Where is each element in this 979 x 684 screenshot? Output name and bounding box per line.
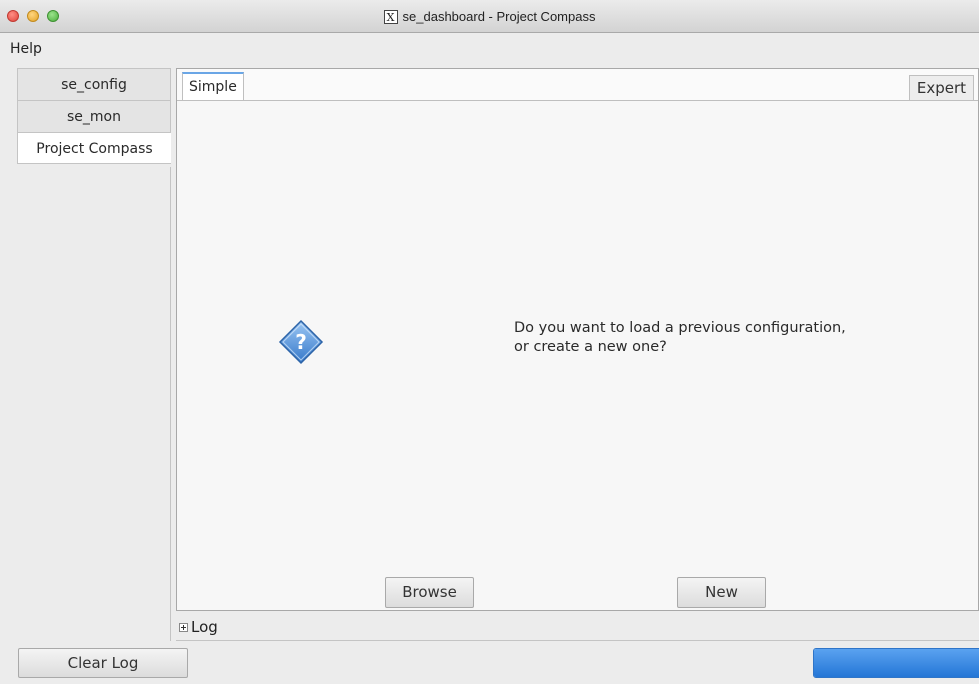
svg-text:?: ? <box>295 330 307 354</box>
new-button[interactable]: New <box>677 577 766 608</box>
mode-tabs: Simple Expert <box>177 69 978 101</box>
side-tab-project-compass[interactable]: Project Compass <box>17 132 171 164</box>
clear-log-button[interactable]: Clear Log <box>18 648 188 678</box>
window-title-wrap: Xse_dashboard - Project Compass <box>0 8 979 24</box>
browse-button[interactable]: Browse <box>385 577 474 608</box>
title-bar[interactable]: Xse_dashboard - Project Compass <box>0 0 979 33</box>
log-label: Log <box>191 618 218 636</box>
prompt-line-2: or create a new one? <box>514 339 667 355</box>
log-divider <box>176 640 979 641</box>
progress-fill <box>814 649 979 677</box>
menu-bar: Help <box>0 34 979 64</box>
main-panel: Simple Expert ? Do you want to load a pr… <box>176 68 979 611</box>
tab-expert[interactable]: Expert <box>908 75 974 100</box>
question-icon: ? <box>278 319 324 365</box>
log-toggle[interactable]: Log <box>179 618 218 636</box>
x11-icon: X <box>383 9 398 24</box>
expand-plus-icon[interactable] <box>179 623 188 632</box>
side-tab-se-mon[interactable]: se_mon <box>17 100 171 132</box>
progress-bar <box>813 648 979 678</box>
menu-help[interactable]: Help <box>10 41 42 57</box>
prompt-message: Do you want to load a previous configura… <box>514 319 846 357</box>
tab-simple[interactable]: Simple <box>182 72 244 100</box>
side-tab-list: se_config se_mon Project Compass <box>17 68 171 164</box>
side-tab-se-config[interactable]: se_config <box>17 68 171 100</box>
prompt-line-1: Do you want to load a previous configura… <box>514 320 846 336</box>
side-divider <box>170 167 171 641</box>
window-title: se_dashboard - Project Compass <box>402 9 596 25</box>
